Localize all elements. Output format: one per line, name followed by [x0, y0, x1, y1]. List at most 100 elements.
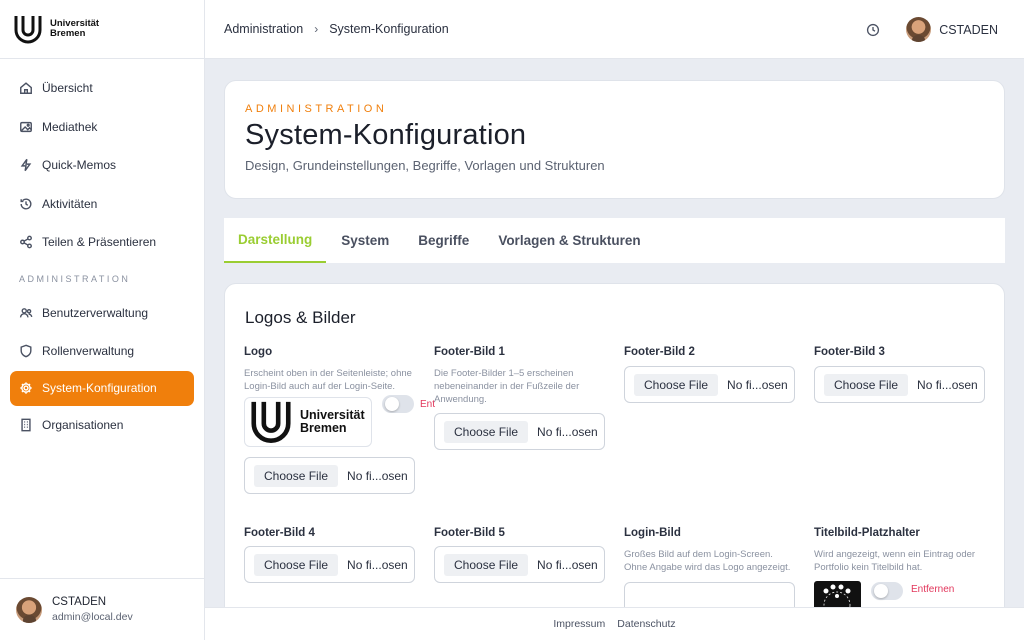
page-subtitle: Design, Grundeinstellungen, Begriffe, Vo… [245, 158, 605, 173]
sidebar-item-uebersicht[interactable]: Übersicht [0, 69, 204, 108]
brand-line2: Bremen [50, 28, 86, 39]
tab-bar: Darstellung System Begriffe Vorlagen & S… [224, 218, 1005, 263]
building-icon [19, 418, 33, 432]
avatar [16, 596, 42, 623]
avatar[interactable] [906, 17, 932, 42]
section-title: Logos & Bilder [245, 308, 356, 327]
choose-file-button[interactable]: Choose File [254, 553, 339, 576]
university-logo-icon [251, 401, 291, 443]
page-header: ADMINISTRATION System-Konfiguration Desi… [224, 80, 1005, 199]
gear-icon [19, 381, 33, 395]
sidebar-item-label: Übersicht [42, 81, 93, 96]
history-icon [19, 197, 33, 211]
sidebar-item-label: Benutzerverwaltung [42, 305, 149, 320]
sidebar-item-system-konfiguration[interactable]: System-Konfiguration [10, 370, 194, 406]
brand-logo[interactable]: Universität Bremen [0, 0, 204, 59]
remove-titelbild-link[interactable]: Entfernen [911, 584, 954, 595]
sidebar-item-rollenverwaltung[interactable]: Rollenverwaltung [0, 332, 204, 371]
chevron-right-icon: › [314, 22, 319, 36]
footer-5-file-input[interactable]: Choose File No fi...osen [434, 546, 605, 583]
field-logo: Logo Erscheint oben in der Seitenleiste;… [244, 346, 435, 494]
sidebar-item-label: Quick-Memos [42, 158, 117, 173]
sidebar-item-aktivitaeten[interactable]: Aktivitäten [0, 185, 204, 224]
field-login-bild: Login-Bild Großes Bild auf dem Login-Scr… [624, 527, 796, 607]
sidebar-item-benutzerverwaltung[interactable]: Benutzerverwaltung [0, 294, 204, 333]
sidebar-user-email: admin@local.dev [52, 611, 133, 623]
choose-file-button[interactable]: Choose File [634, 373, 719, 396]
footer-link-impressum[interactable]: Impressum [553, 618, 605, 630]
field-footer-4: Footer-Bild 4 Choose File No fi...osen [244, 527, 416, 583]
choose-file-button[interactable]: Choose File [444, 420, 529, 443]
clock-icon[interactable] [866, 23, 880, 37]
sidebar-user[interactable]: CSTADEN admin@local.dev [0, 578, 204, 640]
sidebar-item-label: System-Konfiguration [42, 381, 157, 395]
sidebar-item-mediathek[interactable]: Mediathek [0, 108, 204, 147]
footer-4-file-input[interactable]: Choose File No fi...osen [244, 546, 415, 583]
no-file-label: No fi...osen [917, 377, 978, 392]
page-title: System-Konfiguration [245, 119, 527, 151]
field-label: Login-Bild [624, 527, 681, 539]
footer-2-file-input[interactable]: Choose File No fi...osen [624, 366, 795, 403]
no-file-label: No fi...osen [537, 557, 598, 572]
logo-preview-line2: Bremen [300, 421, 347, 435]
sidebar-item-label: Aktivitäten [42, 196, 98, 211]
footer-3-file-input[interactable]: Choose File No fi...osen [814, 366, 985, 403]
field-footer-1: Footer-Bild 1 Die Footer-Bilder 1–5 ersc… [434, 346, 606, 450]
sidebar-section-label: ADMINISTRATION [19, 273, 131, 284]
sidebar-nav: Übersicht Mediathek Quick-Memos Aktivitä… [0, 59, 204, 444]
field-label: Footer-Bild 4 [244, 527, 315, 539]
sidebar-item-label: Organisationen [42, 417, 124, 432]
choose-file-button[interactable]: Choose File [824, 373, 909, 396]
field-description: Großes Bild auf dem Login-Screen. Ohne A… [624, 549, 791, 573]
field-footer-5: Footer-Bild 5 Choose File No fi...osen [434, 527, 606, 583]
titelbild-thumbnail-image [814, 581, 861, 607]
choose-file-button[interactable]: Choose File [444, 553, 529, 576]
sidebar-item-quick-memos[interactable]: Quick-Memos [0, 146, 204, 185]
field-titelbild: Titelbild-Platzhalter Wird angezeigt, we… [814, 527, 994, 607]
main-content: ADMINISTRATION System-Konfiguration Desi… [205, 60, 1024, 607]
titelbild-toggle[interactable] [871, 582, 903, 600]
field-description: Erscheint oben in der Seitenleiste; ohne… [244, 368, 412, 392]
login-file-input[interactable] [624, 582, 795, 607]
sidebar-item-organisationen[interactable]: Organisationen [0, 406, 204, 445]
field-description: Die Footer-Bilder 1–5 erscheinen nebenei… [434, 368, 580, 405]
sidebar-item-label: Rollenverwaltung [42, 344, 135, 359]
tab-vorlagen[interactable]: Vorlagen & Strukturen [484, 218, 654, 263]
bolt-icon [19, 158, 33, 172]
field-footer-2: Footer-Bild 2 Choose File No fi...osen [624, 346, 796, 403]
logo-toggle[interactable] [382, 395, 414, 413]
tab-begriffe[interactable]: Begriffe [404, 218, 483, 263]
footer-link-datenschutz[interactable]: Datenschutz [617, 618, 675, 630]
sidebar: Universität Bremen Übersicht Mediathek Q… [0, 0, 205, 640]
sidebar-item-label: Teilen & Präsentieren [42, 235, 157, 250]
field-description: Wird angezeigt, wenn ein Eintrag oder Po… [814, 549, 976, 573]
tab-darstellung[interactable]: Darstellung [224, 218, 327, 263]
logos-card: Logos & Bilder Logo Erscheint oben in de… [224, 283, 1005, 607]
field-label: Logo [244, 346, 273, 358]
field-label: Footer-Bild 1 [434, 346, 505, 358]
field-label: Footer-Bild 2 [624, 346, 695, 358]
no-file-label: No fi...osen [727, 377, 788, 392]
field-label: Footer-Bild 5 [434, 527, 505, 539]
footer-1-file-input[interactable]: Choose File No fi...osen [434, 413, 605, 450]
breadcrumb-current: System-Konfiguration [329, 22, 449, 36]
field-label: Footer-Bild 3 [814, 346, 885, 358]
shield-icon [19, 344, 33, 358]
share-icon [19, 235, 33, 249]
topbar-user-name[interactable]: CSTADEN [939, 23, 998, 37]
sidebar-item-label: Mediathek [42, 119, 98, 134]
sidebar-item-teilen[interactable]: Teilen & Präsentieren [0, 223, 204, 262]
university-logo-icon [14, 16, 42, 44]
home-icon [19, 81, 33, 95]
field-footer-3: Footer-Bild 3 Choose File No fi...osen [814, 346, 986, 403]
no-file-label: No fi...osen [347, 557, 408, 572]
topbar: Administration › System-Konfiguration CS… [205, 0, 1024, 59]
field-label: Titelbild-Platzhalter [814, 527, 920, 539]
tab-system[interactable]: System [327, 218, 403, 263]
breadcrumb-administration[interactable]: Administration [224, 22, 303, 36]
logo-file-input[interactable]: Choose File No fi...osen [244, 457, 415, 494]
remove-logo-link[interactable]: Ent [420, 399, 435, 410]
users-icon [19, 306, 33, 320]
no-file-label: No fi...osen [347, 468, 408, 483]
choose-file-button[interactable]: Choose File [254, 464, 339, 487]
